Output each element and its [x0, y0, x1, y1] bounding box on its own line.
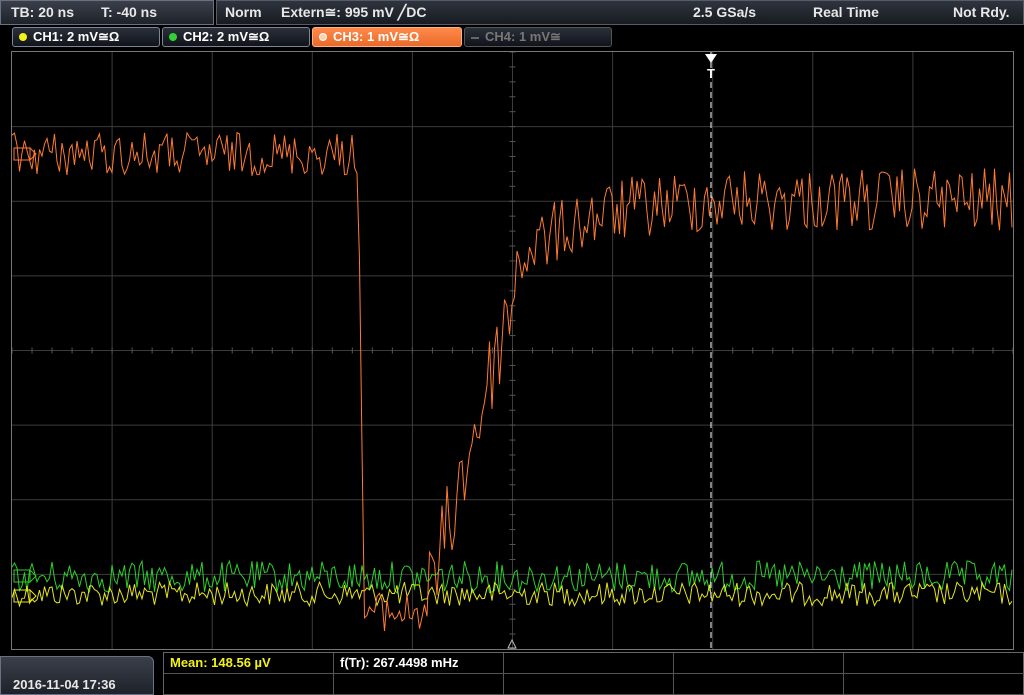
channel-1-button[interactable]: CH1: 2 mV≅Ω [12, 27, 160, 47]
channel-3-button[interactable]: CH3: 1 mV≅Ω [312, 27, 462, 47]
channel-3-indicator-icon [319, 33, 327, 41]
measurement-bar: 2016-11-04 17:36 Mean: 148.56 µV f(Tr): … [0, 652, 1024, 695]
mean-measurement: Mean: 148.56 µV [170, 655, 271, 670]
acquisition-mode-label: Real Time [813, 4, 879, 20]
waveform-canvas: T [12, 52, 1013, 649]
timebase-box[interactable]: TB: 20 ns T: -40 ns [0, 0, 214, 25]
channel-1-label: CH1: 2 mV≅Ω [33, 29, 120, 44]
channel-2-indicator-icon [169, 33, 177, 41]
waveform-display[interactable]: T [11, 51, 1014, 650]
timebase-label: TB: 20 ns [11, 4, 75, 20]
channel-4-button[interactable]: CH4: 1 mV≅ [464, 27, 612, 47]
channel-bar: CH1: 2 mV≅Ω CH2: 2 mV≅Ω CH3: 1 mV≅Ω CH4:… [0, 25, 1024, 49]
trigger-box[interactable]: Norm Extern≅: 995 mV ╱DC 2.5 GSa/s Real … [216, 0, 1024, 25]
channel-4-label: CH4: 1 mV≅ [485, 29, 561, 44]
channel-2-button[interactable]: CH2: 2 mV≅Ω [162, 27, 310, 47]
frequency-measurement: f(Tr): 267.4498 mHz [340, 655, 459, 670]
datetime-label: 2016-11-04 17:36 [13, 677, 116, 692]
trigger-position-marker-icon[interactable] [705, 54, 717, 63]
measurement-table[interactable]: Mean: 148.56 µV f(Tr): 267.4498 mHz [163, 652, 1024, 695]
trigger-source-label: Extern≅: 995 mV ╱DC [281, 4, 427, 20]
channel-1-indicator-icon [19, 33, 27, 41]
sample-rate-label: 2.5 GSa/s [693, 4, 757, 20]
acquisition-status-label: Not Rdy. [953, 4, 1010, 20]
channel-4-indicator-icon [471, 37, 479, 39]
channel-3-label: CH3: 1 mV≅Ω [333, 29, 420, 44]
trigger-mode-label: Norm [225, 4, 262, 20]
channel-2-label: CH2: 2 mV≅Ω [183, 29, 270, 44]
status-header: TB: 20 ns T: -40 ns Norm Extern≅: 995 mV… [0, 0, 1024, 25]
trigger-offset-label: T: -40 ns [101, 4, 158, 20]
datetime-box: 2016-11-04 17:36 [0, 656, 154, 695]
trigger-marker-label: T [707, 66, 715, 81]
